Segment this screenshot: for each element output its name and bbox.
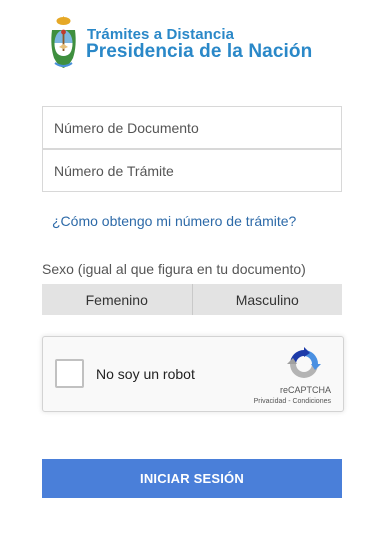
brand-title-line2: Presidencia de la Nación — [86, 41, 313, 62]
sexo-femenino-button[interactable]: Femenino — [42, 284, 192, 315]
sexo-toggle: Femenino Masculino — [42, 284, 342, 315]
sexo-label: Sexo (igual al que figura en tu document… — [42, 261, 306, 277]
recaptcha-terms-link[interactable]: Privacidad - Condiciones — [254, 398, 331, 405]
recaptcha-widget: No soy un robot reCAPTCHA Privacidad - C… — [42, 336, 344, 412]
tramite-input[interactable] — [43, 150, 341, 191]
site-header: Trámites a Distancia Presidencia de la N… — [48, 16, 348, 72]
recaptcha-label: No soy un robot — [96, 366, 195, 382]
argentina-coat-of-arms-icon — [51, 16, 76, 68]
documento-field[interactable] — [42, 106, 342, 149]
recaptcha-brand: reCAPTCHA — [279, 385, 331, 395]
iniciar-sesion-button[interactable]: INICIAR SESIÓN — [42, 459, 342, 498]
tramite-field[interactable] — [42, 149, 342, 192]
sexo-masculino-button[interactable]: Masculino — [191, 284, 343, 315]
recaptcha-logo-icon — [287, 347, 321, 378]
recaptcha-checkbox[interactable] — [55, 359, 84, 388]
documento-input[interactable] — [43, 107, 341, 148]
tramite-help-link[interactable]: ¿Cómo obtengo mi número de trámite? — [52, 213, 296, 229]
